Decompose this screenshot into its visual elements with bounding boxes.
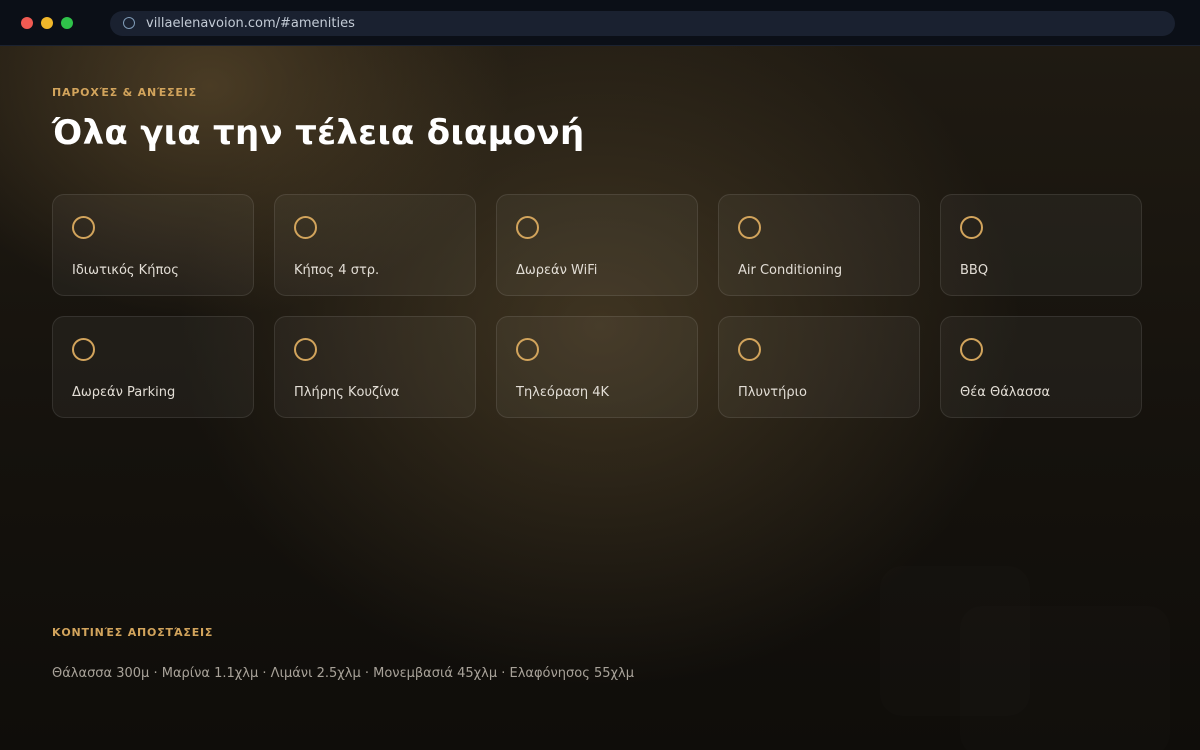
distances-text: Θάλασσα 300μ · Μαρίνα 1.1χλμ · Λιμάνι 2.… bbox=[52, 666, 634, 681]
address-bar[interactable]: villaelenavoion.com/#amenities bbox=[110, 11, 1175, 36]
amenity-card[interactable]: Θέα Θάλασσα bbox=[940, 316, 1142, 418]
url-text: villaelenavoion.com/#amenities bbox=[146, 16, 355, 31]
circle-icon bbox=[294, 338, 317, 361]
background-shape bbox=[960, 606, 1170, 750]
globe-icon bbox=[123, 17, 135, 29]
amenity-card[interactable]: Δωρεάν Parking bbox=[52, 316, 254, 418]
distances-eyebrow: ΚΟΝΤΙΝΈΣ ΑΠΟΣΤΆΣΕΙΣ bbox=[52, 626, 214, 639]
circle-icon bbox=[72, 216, 95, 239]
circle-icon bbox=[738, 338, 761, 361]
amenity-label: Πλυντήριο bbox=[738, 385, 807, 400]
amenity-label: Τηλεόραση 4K bbox=[516, 385, 610, 400]
close-window-button[interactable] bbox=[21, 17, 33, 29]
browser-toolbar: villaelenavoion.com/#amenities bbox=[0, 0, 1200, 46]
amenities-page: ΠΑΡΟΧΈΣ & ΑΝΈΣΕΙΣ Όλα για την τέλεια δια… bbox=[0, 46, 1200, 750]
maximize-window-button[interactable] bbox=[61, 17, 73, 29]
amenity-card[interactable]: Τηλεόραση 4K bbox=[496, 316, 698, 418]
amenities-title: Όλα για την τέλεια διαμονή bbox=[52, 113, 585, 153]
circle-icon bbox=[516, 216, 539, 239]
amenity-label: Δωρεάν WiFi bbox=[516, 263, 598, 278]
amenity-label: Air Conditioning bbox=[738, 263, 843, 278]
amenity-card[interactable]: Δωρεάν WiFi bbox=[496, 194, 698, 296]
amenity-card[interactable]: Πλήρης Κουζίνα bbox=[274, 316, 476, 418]
amenity-label: Θέα Θάλασσα bbox=[960, 385, 1051, 400]
amenity-card[interactable]: Ιδιωτικός Κήπος bbox=[52, 194, 254, 296]
minimize-window-button[interactable] bbox=[41, 17, 53, 29]
circle-icon bbox=[960, 216, 983, 239]
amenity-label: Ιδιωτικός Κήπος bbox=[72, 263, 179, 278]
amenity-card[interactable]: Κήπος 4 στρ. bbox=[274, 194, 476, 296]
circle-icon bbox=[516, 338, 539, 361]
circle-icon bbox=[960, 338, 983, 361]
amenity-label: Κήπος 4 στρ. bbox=[294, 263, 380, 278]
amenity-label: Πλήρης Κουζίνα bbox=[294, 385, 400, 400]
amenity-label: Δωρεάν Parking bbox=[72, 385, 176, 400]
amenity-label: BBQ bbox=[960, 263, 989, 278]
amenity-card[interactable]: BBQ bbox=[940, 194, 1142, 296]
circle-icon bbox=[72, 338, 95, 361]
circle-icon bbox=[294, 216, 317, 239]
amenity-card[interactable]: Air Conditioning bbox=[718, 194, 920, 296]
amenity-card[interactable]: Πλυντήριο bbox=[718, 316, 920, 418]
amenities-eyebrow: ΠΑΡΟΧΈΣ & ΑΝΈΣΕΙΣ bbox=[52, 86, 197, 99]
circle-icon bbox=[738, 216, 761, 239]
